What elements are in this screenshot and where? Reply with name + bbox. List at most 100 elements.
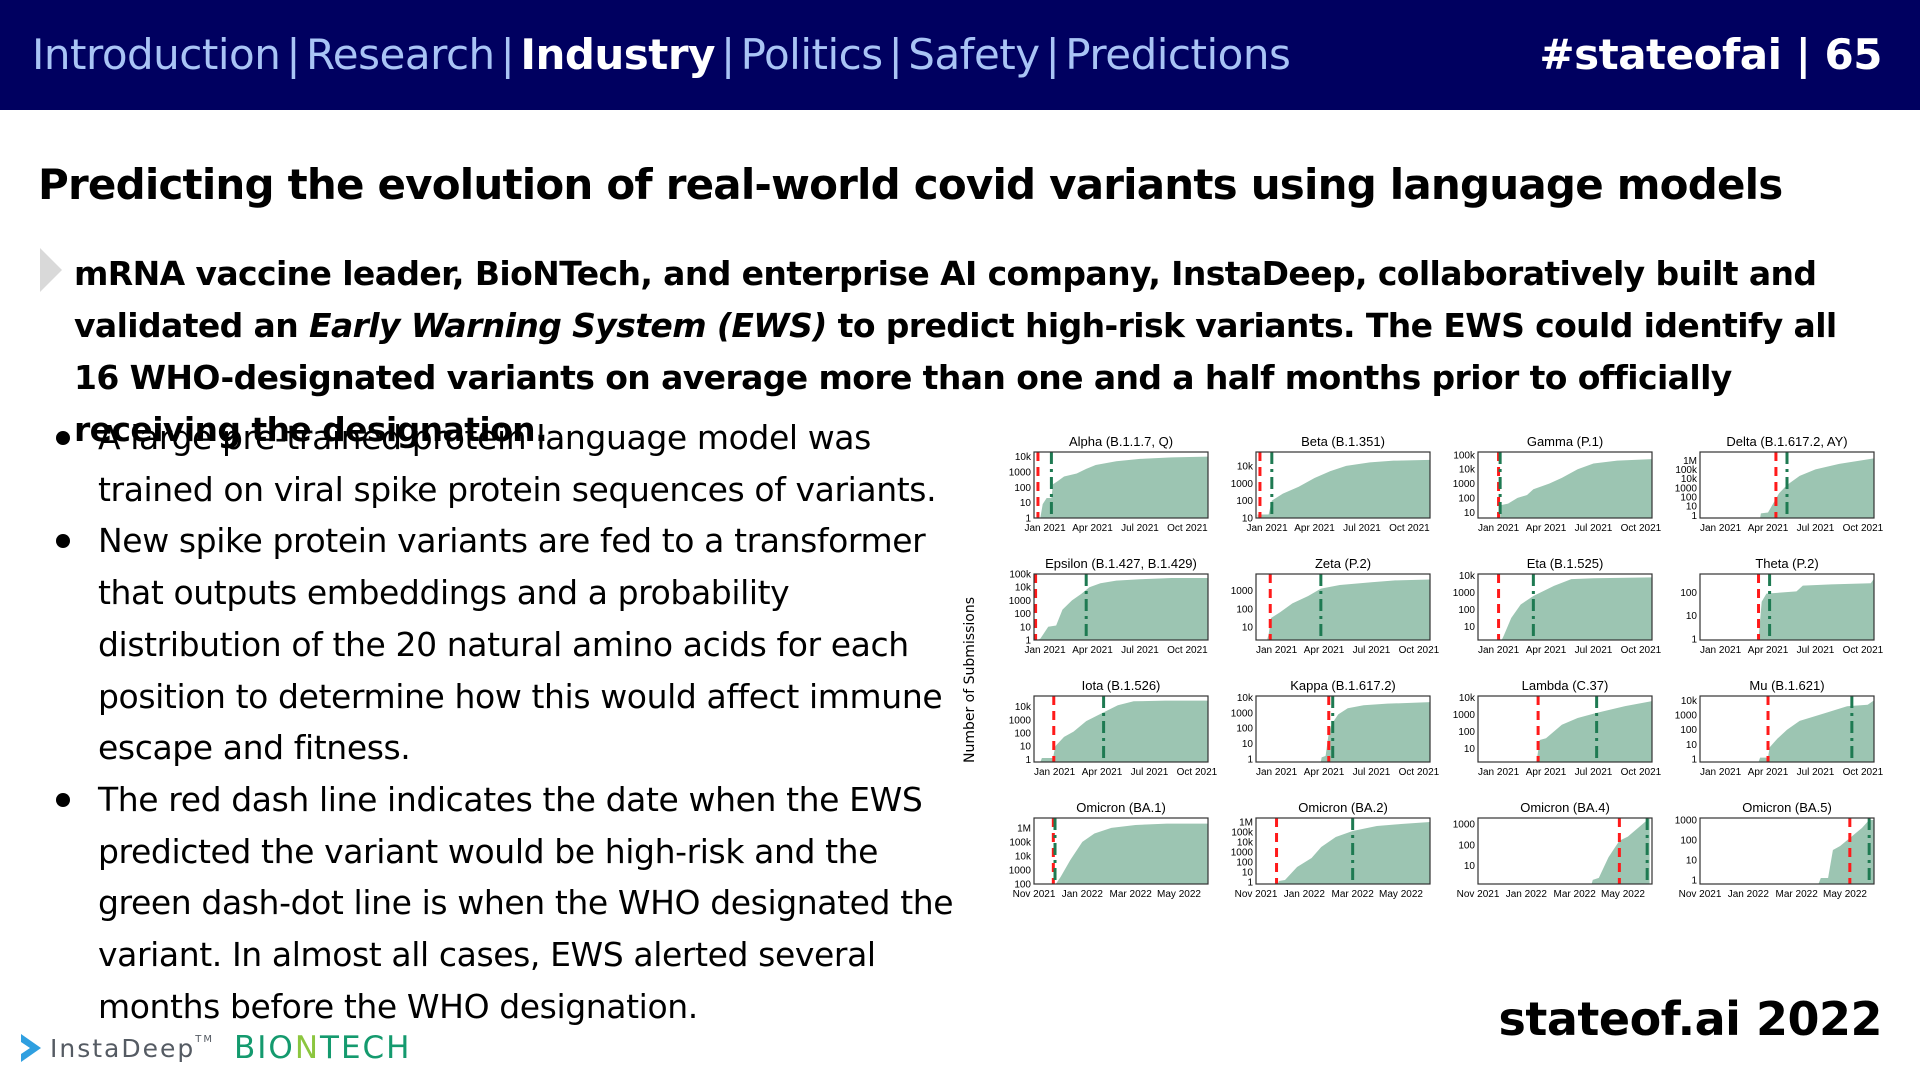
y-tick-label: 10 [1464,861,1476,872]
x-tick-label: Oct 2021 [1621,767,1662,778]
chart-grid-svg: Alpha (B.1.1.7, Q)110100100010kJan 2021 A… [1009,434,1884,900]
chart-title: Gamma (P.1) [1527,434,1603,449]
header-bar: Introduction | Research | Industry | Politics |… [0,0,1920,110]
y-tick-label: 1000 [1675,816,1698,827]
submissions-area [1320,702,1430,762]
nav-separator: | [720,30,735,79]
bullet-item: A large pre-trained protein language mod… [50,412,960,515]
x-tick-label: Oct 2021 [1389,523,1430,534]
y-tick-label: 100k [1453,450,1476,461]
x-tick-label: Oct 2021 [1167,645,1208,656]
y-tick-label: 1000 [1231,708,1254,719]
x-tick-label: Jul 2021 [1131,767,1169,778]
x-tick-label: May 2022 [1601,889,1645,900]
x-tick-label: Jul 2021 [1797,645,1835,656]
y-tick-label: 1000 [1231,479,1254,490]
chart-panel: Eta (B.1.525) 10 100 1000 10k Jan 2021 Apr 202… [1453,556,1662,656]
x-tick-label: Jan 2021 [1256,645,1298,656]
chart-title: Delta (B.1.617.2, AY) [1726,434,1847,449]
page-tag: #stateofai | 65 [1539,30,1882,79]
x-tick-label: Jul 2021 [1575,767,1613,778]
nav-item-introduction[interactable]: Introduction [32,30,281,79]
chart-title: Theta (P.2) [1755,556,1818,571]
y-tick-label: 1 [1691,755,1697,766]
chart-title: Zeta (P.2) [1315,556,1371,571]
bullet-text: New spike protein variants are fed to a … [98,521,943,768]
x-tick-label: Apr 2021 [1748,767,1789,778]
y-tick-label: 1000 [1453,710,1476,721]
chart-panel: Kappa (B.1.617.2) 1 10 100 1000 10k Jan 2021 Ap… [1231,678,1440,778]
bullet-item: The red dash line indicates the date whe… [50,774,960,1033]
nav-item-predictions[interactable]: Predictions [1065,30,1291,79]
biontech-wordmark-part: BIO [234,1030,295,1066]
submissions-area [1818,820,1874,884]
y-tick-label: 10 [1686,740,1698,751]
y-tick-label: 10k [1459,693,1476,704]
x-tick-label: Oct 2021 [1399,645,1440,656]
nav-item-safety[interactable]: Safety [908,30,1040,79]
bullet-dot-icon [56,431,70,445]
x-tick-label: Apr 2021 [1748,523,1789,534]
x-tick-label: Jan 2021 [1024,645,1066,656]
x-tick-label: Apr 2021 [1526,767,1567,778]
x-tick-label: Jan 2022 [1728,889,1770,900]
chart-panel: Omicron (BA.1)100100010k100k1MNov 2021 Ja… [1009,800,1209,900]
x-tick-label: Oct 2021 [1843,767,1884,778]
submissions-area [1055,823,1208,884]
chart-panel: Theta (P.2) 1 10 100 Jan 2021 Apr 2021 Jul 202… [1680,556,1883,656]
y-tick-label: 100 [1014,609,1031,620]
x-tick-label: Jul 2021 [1353,645,1391,656]
y-tick-label: 1000 [1231,848,1254,859]
chart-panel: Mu (B.1.621) 1 10 100 1000 10k Jan 2021 Apr 202… [1675,678,1884,778]
bullet-dot-icon [56,534,70,549]
y-axis-label: Number of Submissions [962,596,978,764]
y-tick-label: 1000 [1009,715,1032,726]
nav-separator: | [1045,30,1060,79]
nav-item-politics[interactable]: Politics [741,30,883,79]
y-tick-label: 100 [1236,724,1253,735]
nav-item-research[interactable]: Research [306,30,495,79]
partner-logos: InstaDeepTM BIONTECH [18,1030,412,1066]
y-tick-label: 100k [1009,837,1032,848]
y-tick-label: 10 [1020,742,1032,753]
x-tick-label: Jan 2021 [1256,767,1298,778]
x-tick-label: Jul 2021 [1353,767,1391,778]
slide-title: Predicting the evolution of real-world c… [38,160,1783,209]
chart-panel: Zeta (P.2) 10 100 1000 Jan 2021 Apr 2021 Jul 2… [1231,556,1440,656]
x-tick-label: Oct 2021 [1399,767,1440,778]
bullet-item: New spike protein variants are fed to a … [50,515,960,774]
x-tick-label: Apr 2021 [1526,645,1567,656]
y-tick-label: 100 [1458,493,1475,504]
nav-item-industry[interactable]: Industry [520,30,715,79]
footer-brand: stateof.ai 2022 [1498,992,1882,1046]
y-tick-label: 100 [1014,483,1031,494]
y-tick-label: 10k [1459,571,1476,582]
chart-title: Omicron (BA.5) [1742,800,1832,815]
chart-title: Iota (B.1.526) [1082,678,1161,693]
y-tick-label: 10k [1237,461,1254,472]
chart-title: Mu (B.1.621) [1749,678,1824,693]
y-tick-label: 1 [1691,634,1697,645]
y-tick-label: 10 [1242,739,1254,750]
y-tick-label: 1 [1025,755,1031,766]
x-tick-label: Jul 2021 [1797,523,1835,534]
nav-separator: | [888,30,903,79]
instadeep-logo: InstaDeepTM [18,1032,214,1064]
x-tick-label: May 2022 [1157,889,1201,900]
biontech-logo: BIONTECH [234,1030,412,1066]
x-tick-label: Jul 2021 [1343,523,1381,534]
bullet-text: The red dash line indicates the date whe… [98,779,954,1026]
x-tick-label: May 2022 [1379,889,1423,900]
x-tick-label: Jan 2022 [1062,889,1104,900]
bullet-list: A large pre-trained protein language mod… [50,412,960,1032]
x-tick-label: Jan 2021 [1478,523,1520,534]
chart-panel: Omicron (BA.2) 110100100010k100k1M Nov 202… [1231,800,1431,900]
y-tick-label: 1M [1017,823,1031,834]
chart-panel: Beta (B.1.351)10100100010kJan 2021 Apr 20… [1231,434,1431,534]
biontech-wordmark-part: TECH [320,1030,412,1066]
y-tick-label: 1000 [1453,588,1476,599]
chart-panel: Omicron (BA.4) 10 100 1000 Nov 2021 Jan 2022 M… [1453,800,1653,900]
y-tick-label: 100 [1014,728,1031,739]
x-tick-label: Oct 2021 [1621,645,1662,656]
y-tick-label: 100 [1458,840,1475,851]
